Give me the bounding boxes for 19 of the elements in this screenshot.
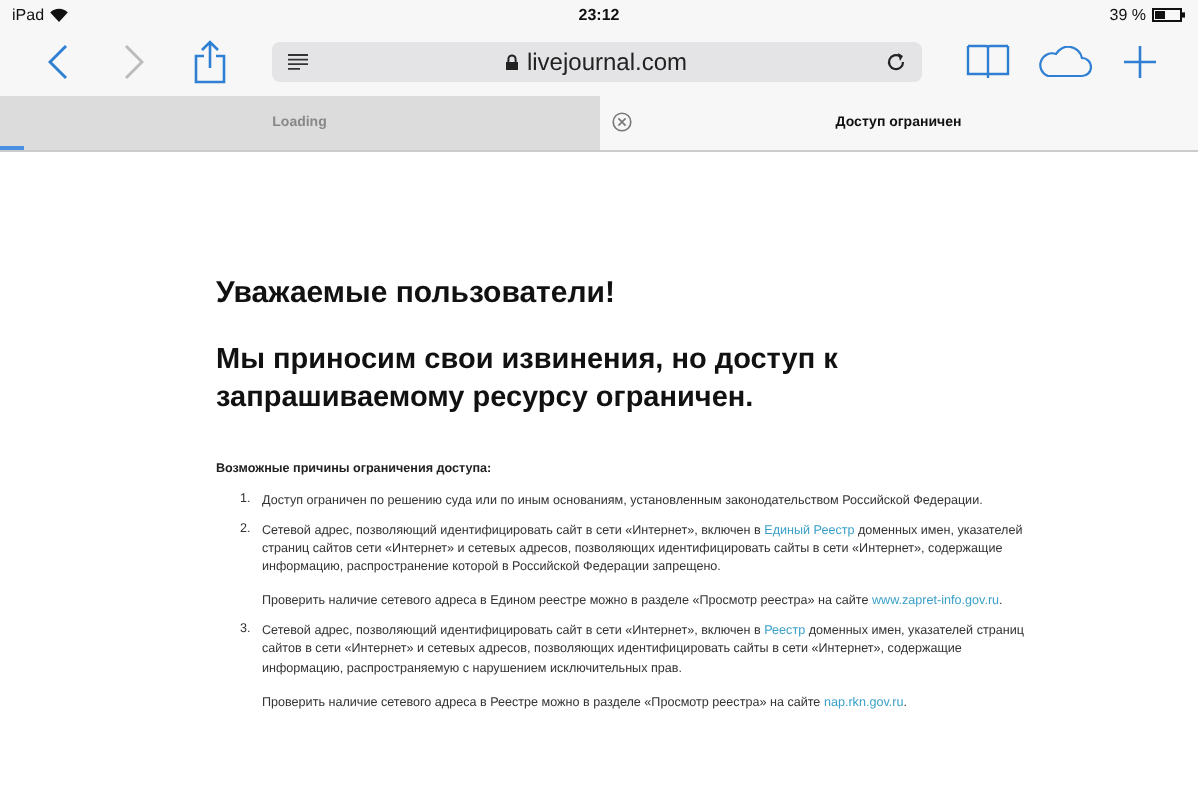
chevron-right-icon bbox=[124, 44, 144, 80]
close-icon[interactable] bbox=[611, 112, 631, 132]
url-text: livejournal.com bbox=[526, 48, 688, 76]
reader-icon[interactable] bbox=[288, 54, 308, 70]
device-name: iPad bbox=[12, 5, 45, 23]
address-field[interactable]: livejournal.com bbox=[272, 42, 922, 82]
battery-icon bbox=[1152, 7, 1186, 21]
share-icon bbox=[194, 40, 226, 84]
wifi-icon bbox=[50, 7, 69, 21]
lock-icon bbox=[506, 54, 519, 70]
apology-heading: Мы приносим свои извинения, но доступ к запрашиваемому ресурсу ограничен. bbox=[216, 342, 840, 418]
chevron-left-icon bbox=[48, 44, 68, 80]
reload-icon[interactable] bbox=[885, 52, 906, 72]
battery-percent: 39 % bbox=[1109, 5, 1146, 23]
plus-icon bbox=[1124, 46, 1156, 78]
clock: 23:12 bbox=[578, 5, 620, 23]
page-heading: Уважаемые пользователи! bbox=[216, 276, 617, 310]
cloud-icon bbox=[1036, 46, 1092, 78]
book-icon bbox=[966, 44, 1010, 80]
